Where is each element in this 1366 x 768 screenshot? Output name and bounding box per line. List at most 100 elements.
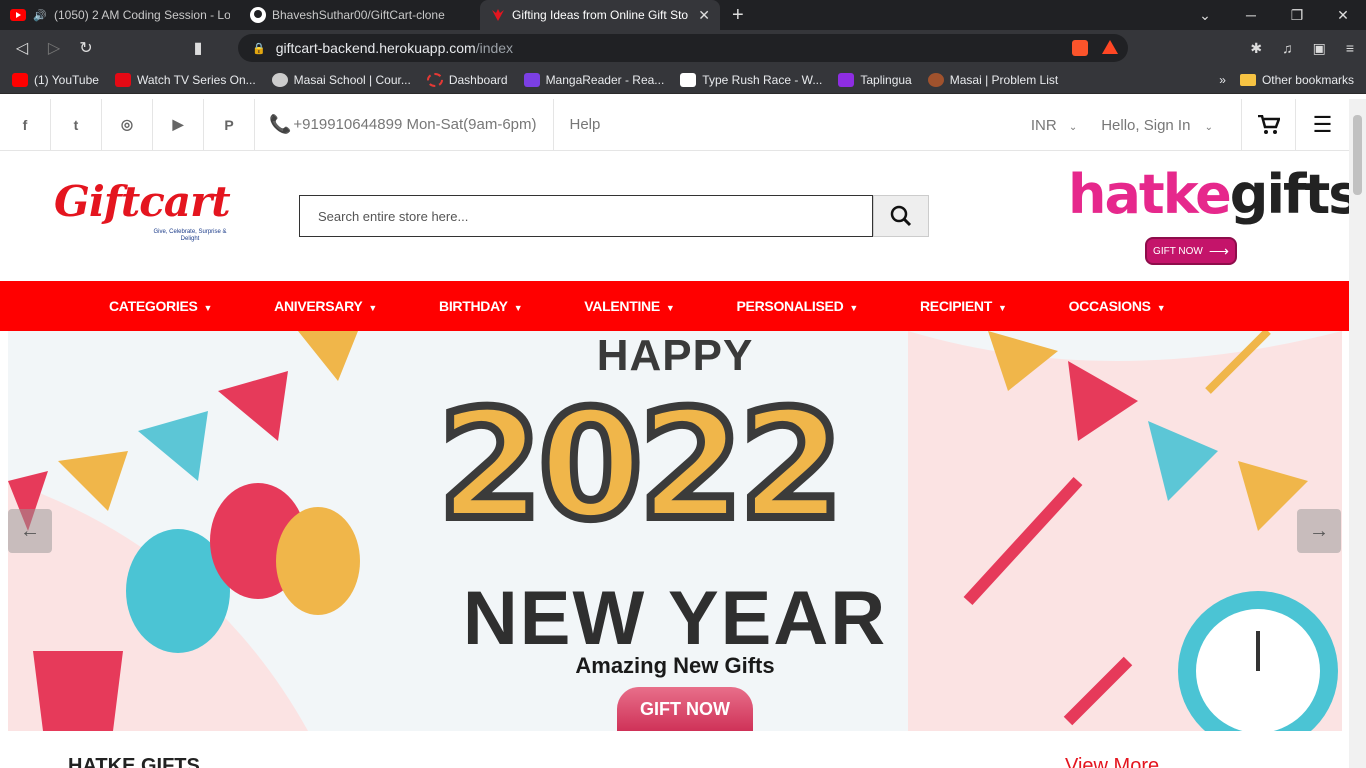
chevron-down-icon: ▼ [997,303,1007,313]
lock-icon: 🔒 [252,42,266,55]
nav-aniversary[interactable]: ANIVERSARY ▼ [274,298,377,314]
currency-select[interactable]: INR ⌄ [1031,117,1077,134]
extension-icons: ✱ ♫ ▣ ≡ [1250,40,1354,57]
nav-categories[interactable]: CATEGORIES ▼ [109,298,212,314]
address-bar[interactable]: 🔒 giftcart-backend.herokuapp.com/index [238,34,1128,62]
nav-valentine[interactable]: VALENTINE ▼ [584,298,675,314]
hatke-gifts-logo[interactable]: hatkegifts [1068,163,1349,233]
tab-title: BhaveshSuthar00/GiftCart-clone [272,8,445,22]
bookmark-item[interactable]: Taplingua [838,72,912,87]
gift-now-promo-button[interactable]: GIFT NOW ⟶ [1145,237,1237,265]
bookmark-item[interactable]: (1) YouTube [12,72,99,87]
giftcart-logo[interactable]: Giftcart Give, Celebrate, Surprise & Del… [54,177,234,247]
chevron-down-icon: ▼ [513,303,523,313]
banner-year: 2022 [434,379,847,553]
banner-gift-now-button[interactable]: GIFT NOW [617,687,753,731]
bookmark-item[interactable]: Watch TV Series On... [114,72,256,87]
bookmark-icon[interactable]: ▮ [182,38,214,58]
forward-icon[interactable]: ▷ [38,38,70,58]
pinterest-icon[interactable]: P [204,99,255,151]
star-icon [838,72,855,87]
masai-icon [927,72,944,87]
youtube-icon [10,7,26,23]
tab-title: Gifting Ideas from Online Gift Sto [512,8,689,22]
view-more-link[interactable]: View More [1065,755,1159,768]
search-button[interactable] [873,195,929,237]
instagram-icon[interactable]: ◎ [102,99,153,151]
restore-icon[interactable]: ❐ [1274,7,1320,24]
folder-icon [1239,74,1256,86]
github-icon [250,7,266,23]
bookmark-item[interactable]: Type Rush Race - W... [680,72,822,87]
category-nav: CATEGORIES ▼ ANIVERSARY ▼ BIRTHDAY ▼ VALENT… [0,281,1349,331]
twitter-icon[interactable]: t [51,99,102,151]
typerush-icon [680,72,697,87]
hamburger-menu-icon[interactable]: ☰ [1295,99,1349,151]
circle-icon [426,72,443,87]
cart-button[interactable] [1241,99,1295,151]
globe-icon [271,72,288,87]
chevron-down-icon: ⌄ [1068,121,1078,133]
chevron-down-icon: ▼ [665,303,675,313]
tab-search-icon[interactable]: ⌄ [1182,7,1228,24]
search-input[interactable]: Search entire store here... [299,195,873,237]
signin-dropdown[interactable]: Hello, Sign In ⌄ [1101,117,1213,134]
chevron-down-icon: ▼ [203,303,213,313]
bookmarks-bar: (1) YouTube Watch TV Series On... Masai … [0,66,1366,94]
close-tab-icon[interactable]: ✕ [698,7,710,24]
section-title: HATKE GIFTS [68,755,200,768]
banner-happy: HAPPY [596,331,754,380]
scrollbar-thumb[interactable] [1353,115,1362,195]
extensions-icon[interactable]: ✱ [1250,40,1262,57]
nav-occasions[interactable]: OCCASIONS ▼ [1069,298,1166,314]
nav-personalised[interactable]: PERSONALISED ▼ [737,298,859,314]
bookmark-item[interactable]: Dashboard [426,72,508,87]
close-window-icon[interactable]: ✕ [1320,7,1366,24]
page-content: f t ◎ ▶ P 📞 +919910644899 Mon-Sat(9am-6p… [0,99,1349,768]
banner-new-year: NEW YEAR [462,576,888,661]
chevron-down-icon: ⌄ [1204,121,1213,133]
x-logo-icon [114,72,131,87]
brave-shields-icon[interactable] [1072,40,1088,56]
nav-birthday[interactable]: BIRTHDAY ▼ [439,298,523,314]
chevron-down-icon: ▼ [849,303,858,313]
tab-youtube[interactable]: 🔊 (1050) 2 AM Coding Session - Lofi [0,0,240,30]
facebook-icon[interactable]: f [0,99,51,151]
tab-title: (1050) 2 AM Coding Session - Lofi [54,8,230,22]
reload-icon[interactable]: ↻ [70,38,102,58]
brave-rewards-icon[interactable] [1102,40,1118,54]
bookmark-item[interactable]: MangaReader - Rea... [523,72,664,87]
nav-recipient[interactable]: RECIPIENT ▼ [920,298,1007,314]
carousel-prev-icon[interactable]: ← [8,509,52,553]
help-link[interactable]: Help [554,116,601,133]
tab-giftcart[interactable]: Gifting Ideas from Online Gift Sto ✕ [480,0,720,30]
chevron-down-icon: ▼ [1156,303,1166,313]
other-bookmarks[interactable]: Other bookmarks [1262,73,1354,87]
back-icon[interactable]: ◁ [6,38,38,58]
minimize-icon[interactable]: ─ [1228,7,1274,23]
site-header: Giftcart Give, Celebrate, Surprise & Del… [0,151,1349,281]
top-strip: f t ◎ ▶ P 📞 +919910644899 Mon-Sat(9am-6p… [0,99,1349,151]
more-bookmarks-button[interactable]: » [1219,73,1226,87]
page-scrollbar[interactable] [1349,99,1366,768]
browser-tab-bar: 🔊 (1050) 2 AM Coding Session - Lofi Bhav… [0,0,1366,30]
tab-github[interactable]: BhaveshSuthar00/GiftCart-clone [240,0,480,30]
bookmark-item[interactable]: Masai | Problem List [927,72,1058,87]
youtube-icon[interactable]: ▶ [153,99,204,151]
new-tab-button[interactable]: + [732,4,744,27]
giftcart-icon [490,7,506,23]
hero-banner[interactable]: HAPPY 2022 NEW YEAR Amazing New Gifts GI… [8,331,1342,731]
phone-info: 📞 +919910644899 Mon-Sat(9am-6pm) [255,99,554,151]
media-icon[interactable]: ♫ [1282,40,1293,57]
wallet-icon[interactable]: ▣ [1313,40,1326,57]
url-host: giftcart-backend.herokuapp.com [275,40,476,56]
bookmark-item[interactable]: Masai School | Cour... [271,72,411,87]
browser-menu-icon[interactable]: ≡ [1346,40,1354,57]
window-controls: ⌄ ─ ❐ ✕ [1182,0,1366,30]
banner-subtitle: Amazing New Gifts [575,653,775,678]
youtube-icon [12,72,28,87]
speaker-icon[interactable]: 🔊 [32,7,48,23]
chevron-down-icon: ▼ [368,303,378,313]
carousel-next-icon[interactable]: → [1297,509,1341,553]
cart-icon [1257,115,1280,134]
